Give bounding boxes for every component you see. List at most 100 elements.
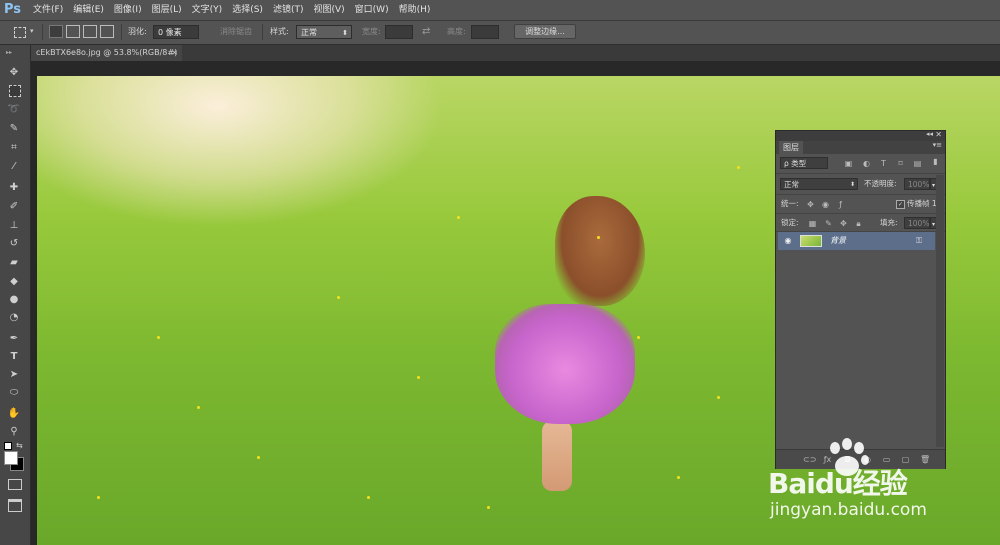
unify-position-icon[interactable]: ✥ (806, 200, 815, 209)
foreground-color-swatch[interactable] (4, 451, 18, 465)
blend-mode-select[interactable]: 正常 ⬍ (780, 178, 858, 190)
quick-select-tool-icon[interactable]: ✎ (7, 122, 21, 136)
subtract-selection-icon[interactable] (83, 25, 97, 38)
fill-input[interactable]: 100% (904, 217, 930, 229)
layer-name[interactable]: 背景 (830, 234, 846, 248)
antialias-label: 消除锯齿 (220, 27, 252, 36)
close-icon[interactable]: ✕ (935, 130, 942, 139)
hand-tool-icon[interactable]: ✋ (7, 407, 21, 421)
lock-row: 锁定: ▦ ✎ ✥ 🔒︎ 填充: 100% ▾ (776, 214, 945, 232)
style-select[interactable]: 正常 ⬍ (296, 25, 352, 39)
unify-row: 统一: ✥ ◉ ƒ ✓ 传播帧 1 (776, 195, 945, 214)
healing-brush-tool-icon[interactable]: ✚ (7, 181, 21, 195)
filter-toggle-icon[interactable]: ▮ (931, 157, 940, 166)
girl-hair (555, 196, 645, 306)
shape-filter-icon[interactable]: ⌑ (896, 159, 905, 168)
screen-mode-icon[interactable] (8, 499, 22, 512)
filter-kind-select[interactable]: ρ 类型 (780, 157, 828, 169)
propagate-label: 传播帧 1 (907, 199, 937, 208)
watermark-brand: Baidu经验 (768, 467, 908, 500)
pen-tool-icon[interactable]: ✒ (7, 332, 21, 346)
menu-select[interactable]: 选择(S) (227, 0, 268, 20)
watermark-url: jingyan.baidu.com (770, 500, 927, 520)
paint-bucket-tool-icon[interactable]: ◆ (7, 275, 21, 289)
photoshop-logo: Ps (4, 2, 22, 17)
menu-window[interactable]: 窗口(W) (350, 0, 394, 20)
lasso-tool-icon[interactable]: ➰ (7, 103, 21, 117)
feather-input[interactable]: 0 像素 (153, 25, 199, 39)
width-input[interactable] (385, 25, 413, 39)
layers-scrollbar[interactable] (936, 175, 944, 447)
type-tool-icon[interactable]: T (7, 350, 21, 364)
panel-menu-icon[interactable]: ▾≡ (933, 141, 942, 149)
marquee-preset-icon[interactable] (14, 27, 26, 38)
divider (262, 24, 263, 40)
menu-view[interactable]: 视图(V) (308, 0, 349, 20)
lock-all-icon[interactable]: 🔒︎ (854, 219, 863, 228)
blur-tool-icon[interactable]: ● (7, 293, 21, 307)
chevron-down-icon: ▾ (932, 221, 936, 228)
flower (157, 336, 160, 339)
menu-layer[interactable]: 图层(L) (147, 0, 187, 20)
lock-label: 锁定: (781, 218, 799, 227)
divider (42, 24, 43, 40)
menu-image[interactable]: 图像(I) (109, 0, 147, 20)
pixel-filter-icon[interactable]: ▣ (844, 159, 853, 168)
crop-tool-icon[interactable]: ⌗ (7, 141, 21, 155)
opacity-input[interactable]: 100% (904, 178, 930, 190)
ellipse-tool-icon[interactable]: ⬭ (7, 386, 21, 400)
flower (597, 236, 600, 239)
new-selection-icon[interactable] (49, 25, 63, 38)
quick-mask-icon[interactable] (8, 479, 22, 490)
eyedropper-tool-icon[interactable]: ⁄ (7, 160, 21, 174)
collapse-icon[interactable]: ◂◂ (926, 130, 933, 138)
swap-colors-icon[interactable]: ⇆ (16, 441, 23, 450)
menu-type[interactable]: 文字(Y) (187, 0, 228, 20)
adjustment-filter-icon[interactable]: ◐ (862, 159, 871, 168)
style-label: 样式: (270, 27, 289, 36)
flower (737, 166, 740, 169)
swap-icon[interactable]: ⇄ (422, 25, 436, 38)
eraser-tool-icon[interactable]: ▰ (7, 256, 21, 270)
flower (457, 216, 460, 219)
delete-layer-icon[interactable]: 🗑︎ (920, 455, 930, 464)
zoom-tool-icon[interactable]: ⚲ (7, 425, 21, 439)
width-label: 宽度: (362, 27, 381, 36)
unify-style-icon[interactable]: ƒ (836, 200, 845, 209)
history-brush-tool-icon[interactable]: ↺ (7, 237, 21, 251)
brush-tool-icon[interactable]: ✐ (7, 200, 21, 214)
path-select-tool-icon[interactable]: ➤ (7, 368, 21, 382)
tab-layers[interactable]: 图层 (779, 141, 803, 154)
document-tab[interactable]: cEkBTX6e8o.jpg @ 53.8%(RGB/8#) × (30, 45, 182, 61)
menu-file[interactable]: 文件(F) (28, 0, 68, 20)
menu-filter[interactable]: 滤镜(T) (268, 0, 309, 20)
close-icon[interactable]: × (171, 45, 178, 61)
feather-label: 羽化: (128, 27, 147, 36)
smart-object-filter-icon[interactable]: ▤ (913, 159, 922, 168)
eye-icon[interactable]: ◉ (782, 235, 794, 247)
lock-position-icon[interactable]: ✥ (839, 219, 848, 228)
refine-edge-button[interactable]: 调整边缘... (514, 24, 576, 39)
menu-edit[interactable]: 编辑(E) (68, 0, 109, 20)
flower (417, 376, 420, 379)
lock-transparency-icon[interactable]: ▦ (808, 219, 817, 228)
default-colors-icon[interactable] (4, 442, 12, 450)
filter-row: ρ 类型 ▣ ◐ T ⌑ ▤ ▮ (776, 154, 945, 174)
menu-help[interactable]: 帮助(H) (394, 0, 436, 20)
menu-bar: Ps 文件(F) 编辑(E) 图像(I) 图层(L) 文字(Y) 选择(S) 滤镜(T) 视图… (0, 0, 1000, 21)
dodge-tool-icon[interactable]: ◔ (7, 311, 21, 325)
type-filter-icon[interactable]: T (879, 159, 888, 168)
intersect-selection-icon[interactable] (100, 25, 114, 38)
unify-label: 统一: (781, 199, 799, 208)
marquee-tool-icon[interactable] (9, 85, 21, 97)
move-tool-icon[interactable]: ✥ (7, 66, 21, 80)
lock-pixels-icon[interactable]: ✎ (824, 219, 833, 228)
collapse-icon[interactable]: ▸▸ (2, 46, 16, 60)
blend-mode-value: 正常 (784, 180, 799, 189)
clone-stamp-tool-icon[interactable]: ⊥ (7, 219, 21, 233)
add-selection-icon[interactable] (66, 25, 80, 38)
propagate-checkbox[interactable]: ✓ (896, 200, 905, 209)
flower (257, 456, 260, 459)
unify-visibility-icon[interactable]: ◉ (821, 200, 830, 209)
height-input[interactable] (471, 25, 499, 39)
